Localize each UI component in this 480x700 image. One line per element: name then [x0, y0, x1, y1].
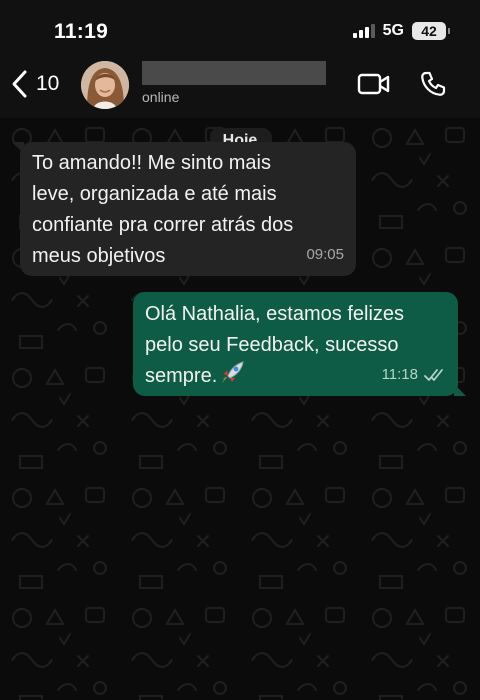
- message-text: To amando!! Me sinto mais leve, organiza…: [32, 152, 294, 267]
- rocket-icon: [221, 361, 244, 383]
- contact-name-redacted[interactable]: [142, 61, 326, 85]
- status-time: 11:19: [54, 20, 109, 43]
- video-call-button[interactable]: [357, 72, 391, 101]
- message-text: Olá Nathalia, estamos felizes pelo seu F…: [145, 303, 405, 387]
- contact-status: online: [142, 89, 180, 105]
- video-icon: [357, 73, 390, 95]
- back-button[interactable]: 10: [10, 68, 59, 100]
- message-meta: 09:05: [306, 239, 344, 270]
- chat-header: 10 online: [0, 60, 480, 118]
- voice-call-button[interactable]: [419, 70, 447, 103]
- message-time: 11:18: [381, 366, 418, 383]
- double-check-icon: [424, 368, 443, 381]
- status-indicators: 5G 42: [352, 22, 450, 40]
- status-bar: 11:19 5G 42: [0, 0, 480, 60]
- incoming-message[interactable]: To amando!! Me sinto mais leve, organiza…: [12, 142, 356, 276]
- outgoing-message[interactable]: Olá Nathalia, estamos felizes pelo seu F…: [133, 292, 466, 396]
- unread-count: 10: [36, 72, 60, 95]
- network-label: 5G: [382, 22, 404, 39]
- battery-icon: 42: [412, 22, 450, 40]
- message-time: 09:05: [306, 246, 344, 263]
- message-meta: 11:18: [382, 359, 446, 390]
- avatar[interactable]: [81, 61, 129, 109]
- phone-icon: [421, 71, 446, 96]
- chat-area[interactable]: Hoje To amando!! Me sinto mais leve, org…: [0, 118, 480, 700]
- signal-icon: [352, 24, 375, 38]
- chevron-left-icon: [12, 70, 27, 98]
